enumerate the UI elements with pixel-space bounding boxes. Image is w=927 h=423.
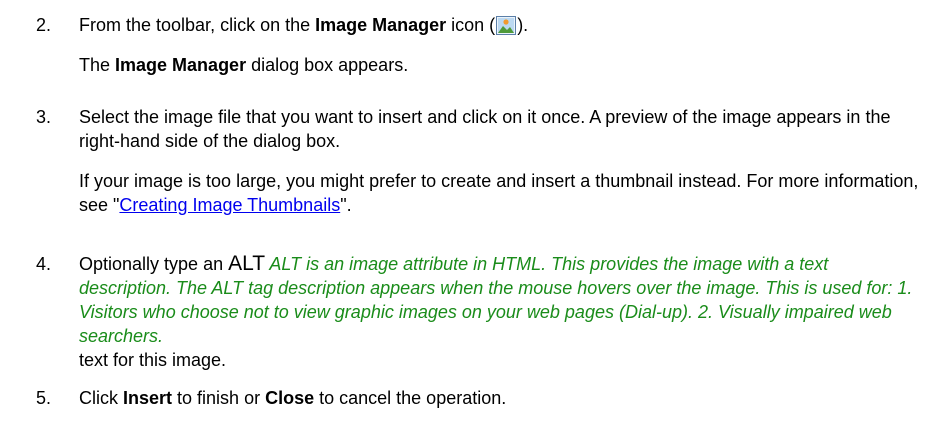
alt-glossary-term[interactable]: ALT: [228, 252, 265, 275]
step-body: Click Insert to finish or Close to cance…: [79, 386, 919, 410]
step-instruction: Click Insert to finish or Close to cance…: [79, 388, 507, 408]
step-result: The Image Manager dialog box appears.: [79, 55, 409, 75]
step-number: 4.: [36, 254, 52, 274]
step-instruction: Select the image file that you want to i…: [79, 107, 891, 151]
close-label: Close: [265, 388, 315, 408]
step-number: 2.: [36, 15, 52, 35]
creating-image-thumbnails-link[interactable]: Creating Image Thumbnails: [119, 195, 340, 215]
image-manager-label: Image Manager: [315, 15, 447, 35]
step-body: From the toolbar, click on the Image Man…: [79, 13, 919, 77]
image-manager-icon: [496, 16, 517, 35]
insert-label: Insert: [123, 388, 173, 408]
step-instruction: Optionally type an ALT ALT is an image a…: [79, 252, 913, 370]
step-number: 5.: [36, 388, 52, 408]
image-manager-label: Image Manager: [115, 55, 247, 75]
step-body: Optionally type an ALT ALT is an image a…: [79, 252, 919, 372]
step-number: 3.: [36, 107, 52, 127]
step-note: If your image is too large, you might pr…: [79, 171, 919, 215]
step-body: Select the image file that you want to i…: [79, 105, 919, 217]
step-instruction: From the toolbar, click on the Image Man…: [79, 15, 529, 35]
